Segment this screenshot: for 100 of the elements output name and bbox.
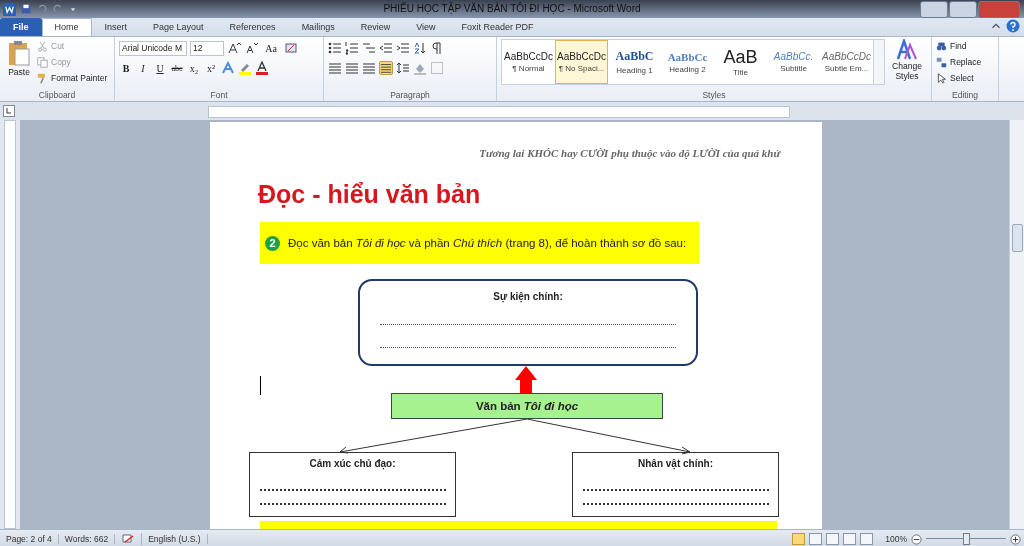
- increase-indent-icon[interactable]: [396, 41, 410, 55]
- scroll-thumb[interactable]: [1012, 224, 1023, 252]
- minimize-button[interactable]: [920, 0, 948, 18]
- zoom-level[interactable]: 100%: [885, 534, 907, 544]
- sort-icon[interactable]: [413, 41, 427, 55]
- format-button[interactable]: x₂: [187, 61, 201, 75]
- font-color-icon[interactable]: [255, 61, 269, 75]
- zoom-in-icon[interactable]: [1010, 533, 1021, 545]
- outline-view-button[interactable]: [843, 533, 857, 545]
- reading-view-button[interactable]: [809, 533, 823, 545]
- editing-command[interactable]: Replace: [936, 55, 994, 69]
- scissors-icon: [37, 40, 48, 52]
- zoom-out-icon[interactable]: [911, 533, 922, 545]
- gallery-scrollbar[interactable]: [873, 40, 884, 84]
- group-label: Editing: [951, 90, 979, 101]
- style-option[interactable]: AaBbCcDc ¶ Normal: [502, 40, 555, 84]
- paste-button[interactable]: Paste: [4, 39, 34, 90]
- replace-icon: [936, 56, 947, 68]
- align-center-icon[interactable]: [345, 61, 359, 75]
- instruction-text: Đọc văn bản Tôi đi học và phần Chú thích (trang 8), để hoàn thành sơ đồ sau:: [288, 237, 687, 249]
- help-icon[interactable]: [1006, 19, 1020, 33]
- brush-icon: [37, 72, 48, 84]
- fill-in-line[interactable]: [380, 324, 676, 325]
- ribbon-tab[interactable]: References: [216, 18, 289, 36]
- clipboard-command[interactable]: Format Painter: [37, 71, 108, 85]
- binoculars-icon: [936, 40, 947, 52]
- format-button[interactable]: B: [119, 61, 133, 75]
- change-case-button[interactable]: Aa: [261, 41, 281, 55]
- box-title: Văn bản Tôi đi học: [475, 400, 579, 412]
- pointer-icon: [936, 72, 947, 84]
- header-quote: Tương lai KHÓC hay CƯỜI phụ thuộc vào độ LƯỜI của quá khứ: [479, 147, 780, 159]
- ribbon-tab[interactable]: View: [403, 18, 449, 36]
- fill-in-line[interactable]: [259, 503, 446, 505]
- restore-button[interactable]: [949, 0, 977, 18]
- text-effects-icon[interactable]: [221, 61, 235, 75]
- clear-formatting-icon[interactable]: [284, 41, 298, 55]
- style-option[interactable]: AaBbCcDc ¶ No Spaci...: [555, 40, 608, 84]
- box-title: Nhân vật chính:: [638, 458, 713, 469]
- proofing-icon[interactable]: [121, 533, 136, 545]
- horizontal-ruler[interactable]: [208, 106, 790, 118]
- align-left-icon[interactable]: [328, 61, 342, 75]
- justify-icon[interactable]: [379, 61, 393, 75]
- tab-selector-icon[interactable]: [3, 105, 15, 117]
- group-label: Clipboard: [37, 90, 77, 101]
- font-size-field[interactable]: 12: [190, 40, 224, 56]
- bullets-icon[interactable]: [328, 41, 342, 55]
- page-count[interactable]: Page: 2 of 4: [0, 534, 59, 544]
- format-button[interactable]: U: [153, 61, 167, 75]
- fill-in-line[interactable]: [259, 489, 446, 491]
- decrease-indent-icon[interactable]: [379, 41, 393, 55]
- ribbon-tab[interactable]: Foxit Reader PDF: [448, 18, 547, 36]
- text-cursor: [260, 376, 261, 395]
- ribbon-tab[interactable]: Home: [41, 18, 92, 36]
- style-option[interactable]: AaBbCc. Subtitle: [767, 40, 820, 84]
- fill-in-line[interactable]: [582, 489, 769, 491]
- word-logo-icon: [3, 2, 16, 16]
- numbering-icon[interactable]: [345, 41, 359, 55]
- web-layout-button[interactable]: [826, 533, 840, 545]
- multilevel-list-icon[interactable]: [362, 41, 376, 55]
- line-spacing-icon[interactable]: [396, 61, 410, 75]
- draft-view-button[interactable]: [860, 533, 874, 545]
- ribbon-tab[interactable]: Review: [347, 18, 404, 36]
- editing-command[interactable]: Select: [936, 71, 994, 85]
- format-button[interactable]: I: [136, 61, 150, 75]
- section-heading: Đọc - hiểu văn bản: [258, 180, 481, 209]
- vertical-ruler[interactable]: [4, 120, 16, 529]
- grow-font-icon[interactable]: [227, 41, 241, 55]
- window-title: PHIẾU HỌC TẬP VĂN BẢN TÔI ĐI HỌC - Microsoft Word: [383, 3, 641, 14]
- group-label: Paragraph: [389, 90, 431, 101]
- align-right-icon[interactable]: [362, 61, 376, 75]
- style-option[interactable]: AaBbCcDc Subtle Em...: [820, 40, 873, 84]
- copy-icon: [37, 56, 48, 68]
- fill-in-line[interactable]: [582, 503, 769, 505]
- word-count[interactable]: Words: 662: [58, 534, 116, 544]
- save-icon[interactable]: [20, 3, 32, 15]
- group-label: Font: [209, 90, 229, 101]
- change-styles-button[interactable]: Change Styles: [888, 39, 926, 90]
- style-option[interactable]: AaB Title: [714, 40, 767, 84]
- vertical-scrollbar[interactable]: [1009, 120, 1024, 529]
- group-label: Styles: [701, 90, 727, 101]
- shrink-font-icon[interactable]: [244, 41, 258, 55]
- print-layout-button[interactable]: [792, 533, 806, 545]
- style-option[interactable]: AaBbCc Heading 2: [661, 40, 714, 84]
- ribbon-tab[interactable]: File: [0, 18, 42, 36]
- box-title: Cảm xúc chủ đạo:: [309, 458, 396, 469]
- clipboard-icon: [7, 39, 31, 67]
- editing-command[interactable]: Find: [936, 39, 994, 53]
- ribbon-tab[interactable]: Page Layout: [140, 18, 217, 36]
- ribbon-tab[interactable]: Insert: [91, 18, 141, 36]
- box-title: Sự kiện chính:: [493, 291, 563, 302]
- language-status[interactable]: English (U.S.): [142, 534, 208, 544]
- style-option[interactable]: AaBbC Heading 1: [608, 40, 661, 84]
- fill-in-line[interactable]: [380, 347, 676, 348]
- font-name-field[interactable]: Arial Unicode M: [119, 40, 187, 56]
- show-formatting-icon[interactable]: [430, 41, 444, 55]
- up-arrow: [515, 366, 537, 393]
- zoom-thumb[interactable]: [962, 533, 970, 545]
- format-button[interactable]: x²: [204, 61, 218, 75]
- format-button[interactable]: abc: [170, 61, 184, 75]
- ribbon-tab[interactable]: Mailings: [288, 18, 348, 36]
